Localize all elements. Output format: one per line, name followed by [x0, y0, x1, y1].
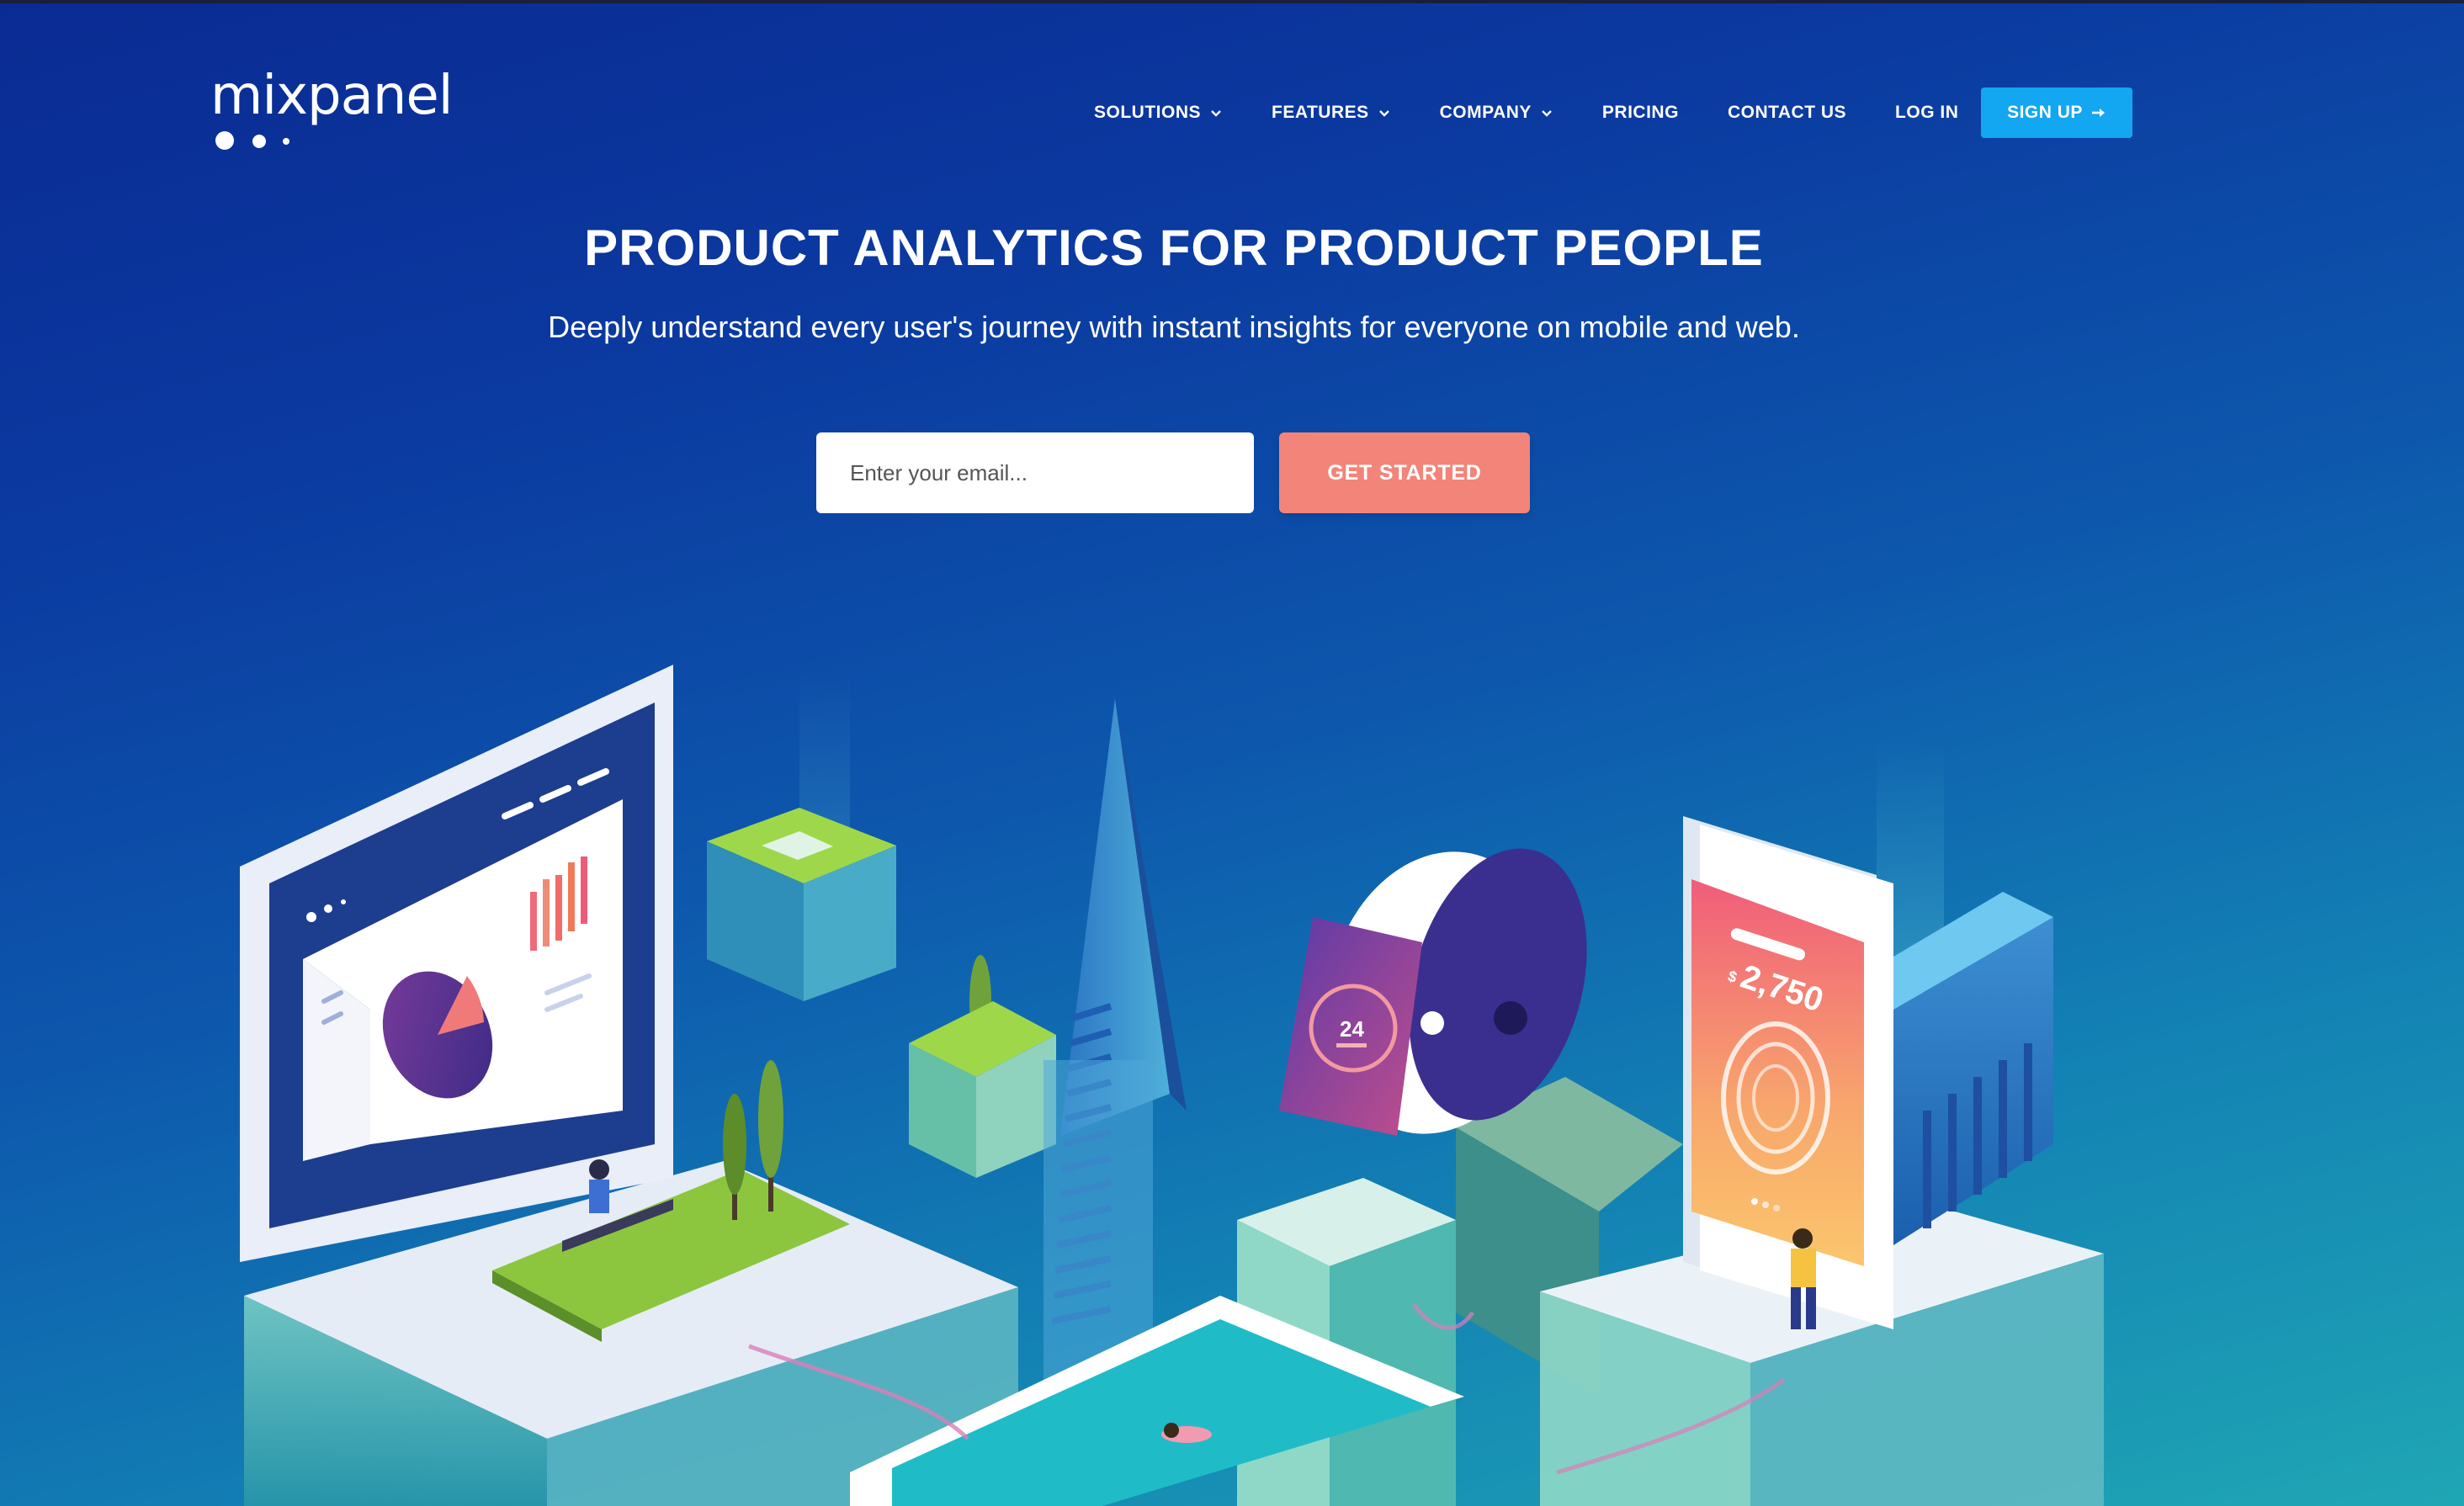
get-started-button[interactable]: GET STARTED — [1279, 432, 1530, 513]
green-block — [909, 1001, 1056, 1178]
chevron-down-icon — [1211, 110, 1221, 117]
sign-up-button[interactable]: SIGN UP — [1981, 87, 2132, 138]
hero-title: PRODUCT ANALYTICS FOR PRODUCT PEOPLE — [584, 220, 1764, 276]
nav-item-company[interactable]: COMPANY — [1440, 103, 1553, 123]
arrow-right-icon — [2091, 109, 2105, 117]
chevron-down-icon — [1378, 110, 1389, 117]
hero-subtitle: Deeply understand every user's journey w… — [548, 310, 1800, 344]
nav-item-label: LOG IN — [1895, 103, 1959, 122]
smartphone: $ 2,750 — [1683, 816, 1893, 1329]
small-block — [707, 808, 896, 1001]
chevron-down-icon — [1542, 110, 1552, 117]
nav-item-contact-us[interactable]: CONTACT US — [1728, 103, 1846, 123]
nav-item-label: PRICING — [1601, 103, 1679, 122]
get-started-label: GET STARTED — [1327, 460, 1482, 485]
nav-item-label: FEATURES — [1272, 103, 1369, 122]
nav-item-label: COMPANY — [1439, 103, 1532, 122]
email-input[interactable] — [816, 432, 1254, 513]
nav-item-log-in[interactable]: LOG IN — [1895, 103, 1958, 123]
hero-illustration: 24 $ 2,750 — [240, 665, 2104, 1506]
mixpanel-logo[interactable]: mixpanel — [210, 69, 454, 153]
nav-item-features[interactable]: FEATURES — [1272, 103, 1391, 123]
nav-item-solutions[interactable]: SOLUTIONS — [1094, 103, 1223, 123]
pyramid-tower — [1043, 698, 1187, 1413]
watch-value: 24 — [1340, 1016, 1364, 1042]
nav-item-label: CONTACT US — [1727, 103, 1847, 122]
logo-wordmark: mixpanel — [210, 65, 454, 127]
nav-item-pricing[interactable]: PRICING — [1602, 103, 1679, 123]
nav-item-label: SOLUTIONS — [1094, 103, 1202, 122]
top-border — [0, 0, 2464, 3]
main-nav: SOLUTIONS FEATURES COMPANY PRICING CONTA… — [1094, 87, 2007, 138]
logo-dots-icon — [215, 130, 316, 153]
sign-up-label: SIGN UP — [2007, 103, 2083, 122]
